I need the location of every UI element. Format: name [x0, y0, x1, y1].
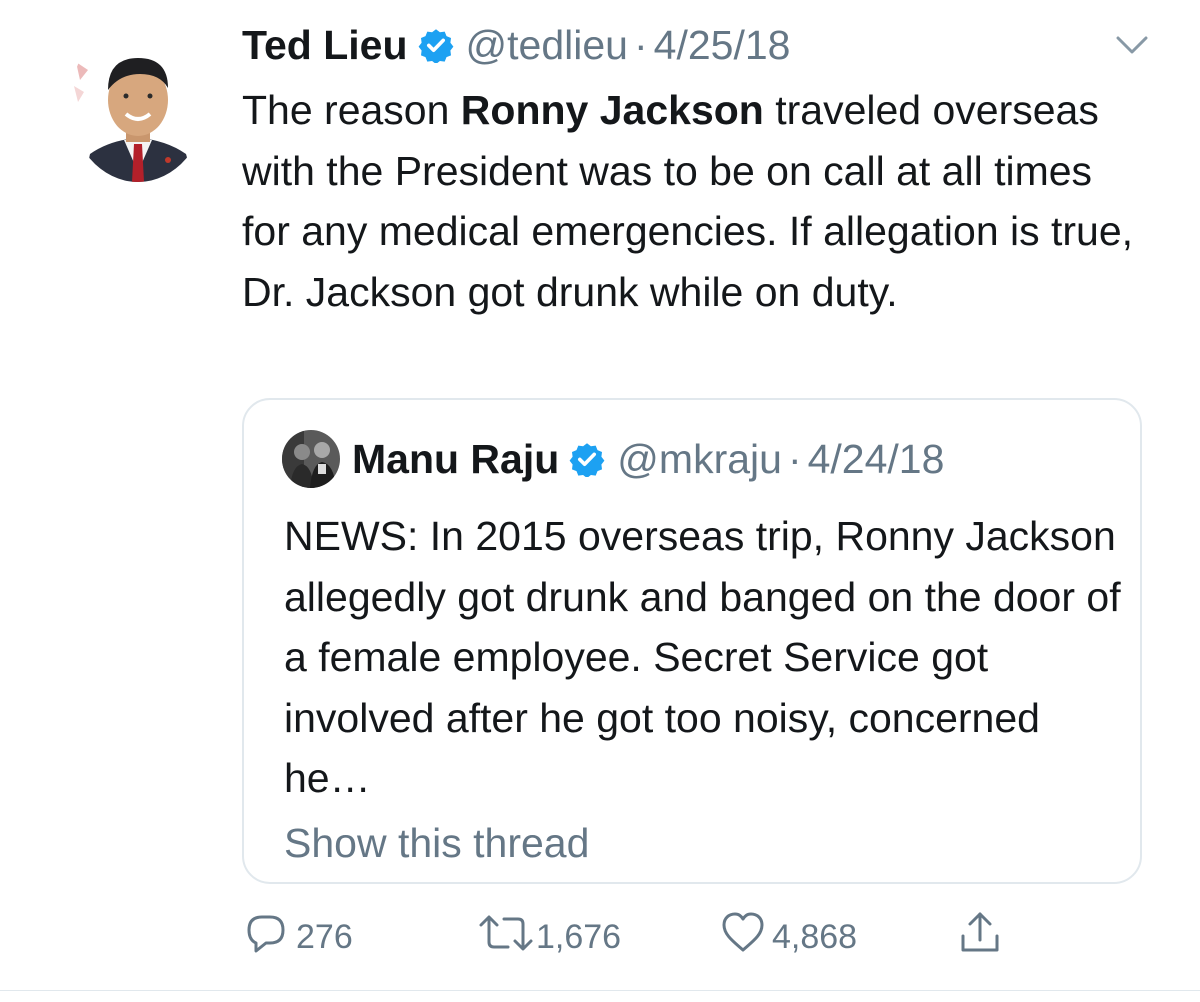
- reply-count: 276: [296, 917, 353, 956]
- show-thread-link[interactable]: Show this thread: [284, 820, 589, 867]
- quoted-author-handle: @mkraju: [617, 435, 782, 482]
- quoted-tweet-text: NEWS: In 2015 overseas trip, Ronny Jacks…: [284, 513, 1121, 801]
- quoted-tweet-date: 4/24/18: [807, 435, 945, 482]
- author-avatar[interactable]: [70, 22, 206, 182]
- verified-badge-icon: [569, 441, 605, 477]
- quoted-tweet-card[interactable]: Manu Raju @mkraju · 4/24/18 NEWS: In 201…: [242, 398, 1142, 884]
- chevron-down-icon[interactable]: [1112, 24, 1152, 64]
- separator-dot: ·: [633, 21, 648, 68]
- share-icon: [958, 910, 1002, 965]
- share-button[interactable]: [958, 912, 1002, 962]
- retweet-button[interactable]: 1,676: [478, 912, 621, 962]
- reply-button[interactable]: 276: [244, 912, 353, 962]
- tweet-text-start: The reason: [242, 87, 461, 133]
- reply-icon: [244, 911, 288, 964]
- tweet-text: The reason Ronny Jackson traveled overse…: [242, 80, 1142, 322]
- quoted-tweet-header: Manu Raju @mkraju · 4/24/18: [282, 430, 944, 488]
- divider: [0, 990, 1200, 991]
- quoted-author-avatar: [282, 430, 340, 488]
- like-button[interactable]: 4,868: [720, 912, 857, 962]
- tweet-header: Ted Lieu @tedlieu · 4/25/18: [242, 16, 790, 74]
- verified-badge-icon: [418, 27, 454, 63]
- retweet-count: 1,676: [536, 917, 622, 956]
- tweet-actions: 276 1,676 4,868: [244, 912, 1024, 962]
- tweet-date[interactable]: 4/25/18: [654, 22, 791, 69]
- quoted-author-name: Manu Raju: [352, 435, 560, 482]
- tweet: Ted Lieu @tedlieu · 4/25/18 The reason R…: [0, 0, 1200, 990]
- like-count: 4,868: [772, 917, 858, 956]
- author-handle[interactable]: @tedlieu: [466, 22, 628, 69]
- heart-icon: [720, 911, 766, 964]
- separator-dot: ·: [787, 435, 802, 482]
- author-name[interactable]: Ted Lieu: [242, 22, 408, 69]
- retweet-icon: [478, 911, 534, 964]
- tweet-text-bold: Ronny Jackson: [460, 87, 764, 133]
